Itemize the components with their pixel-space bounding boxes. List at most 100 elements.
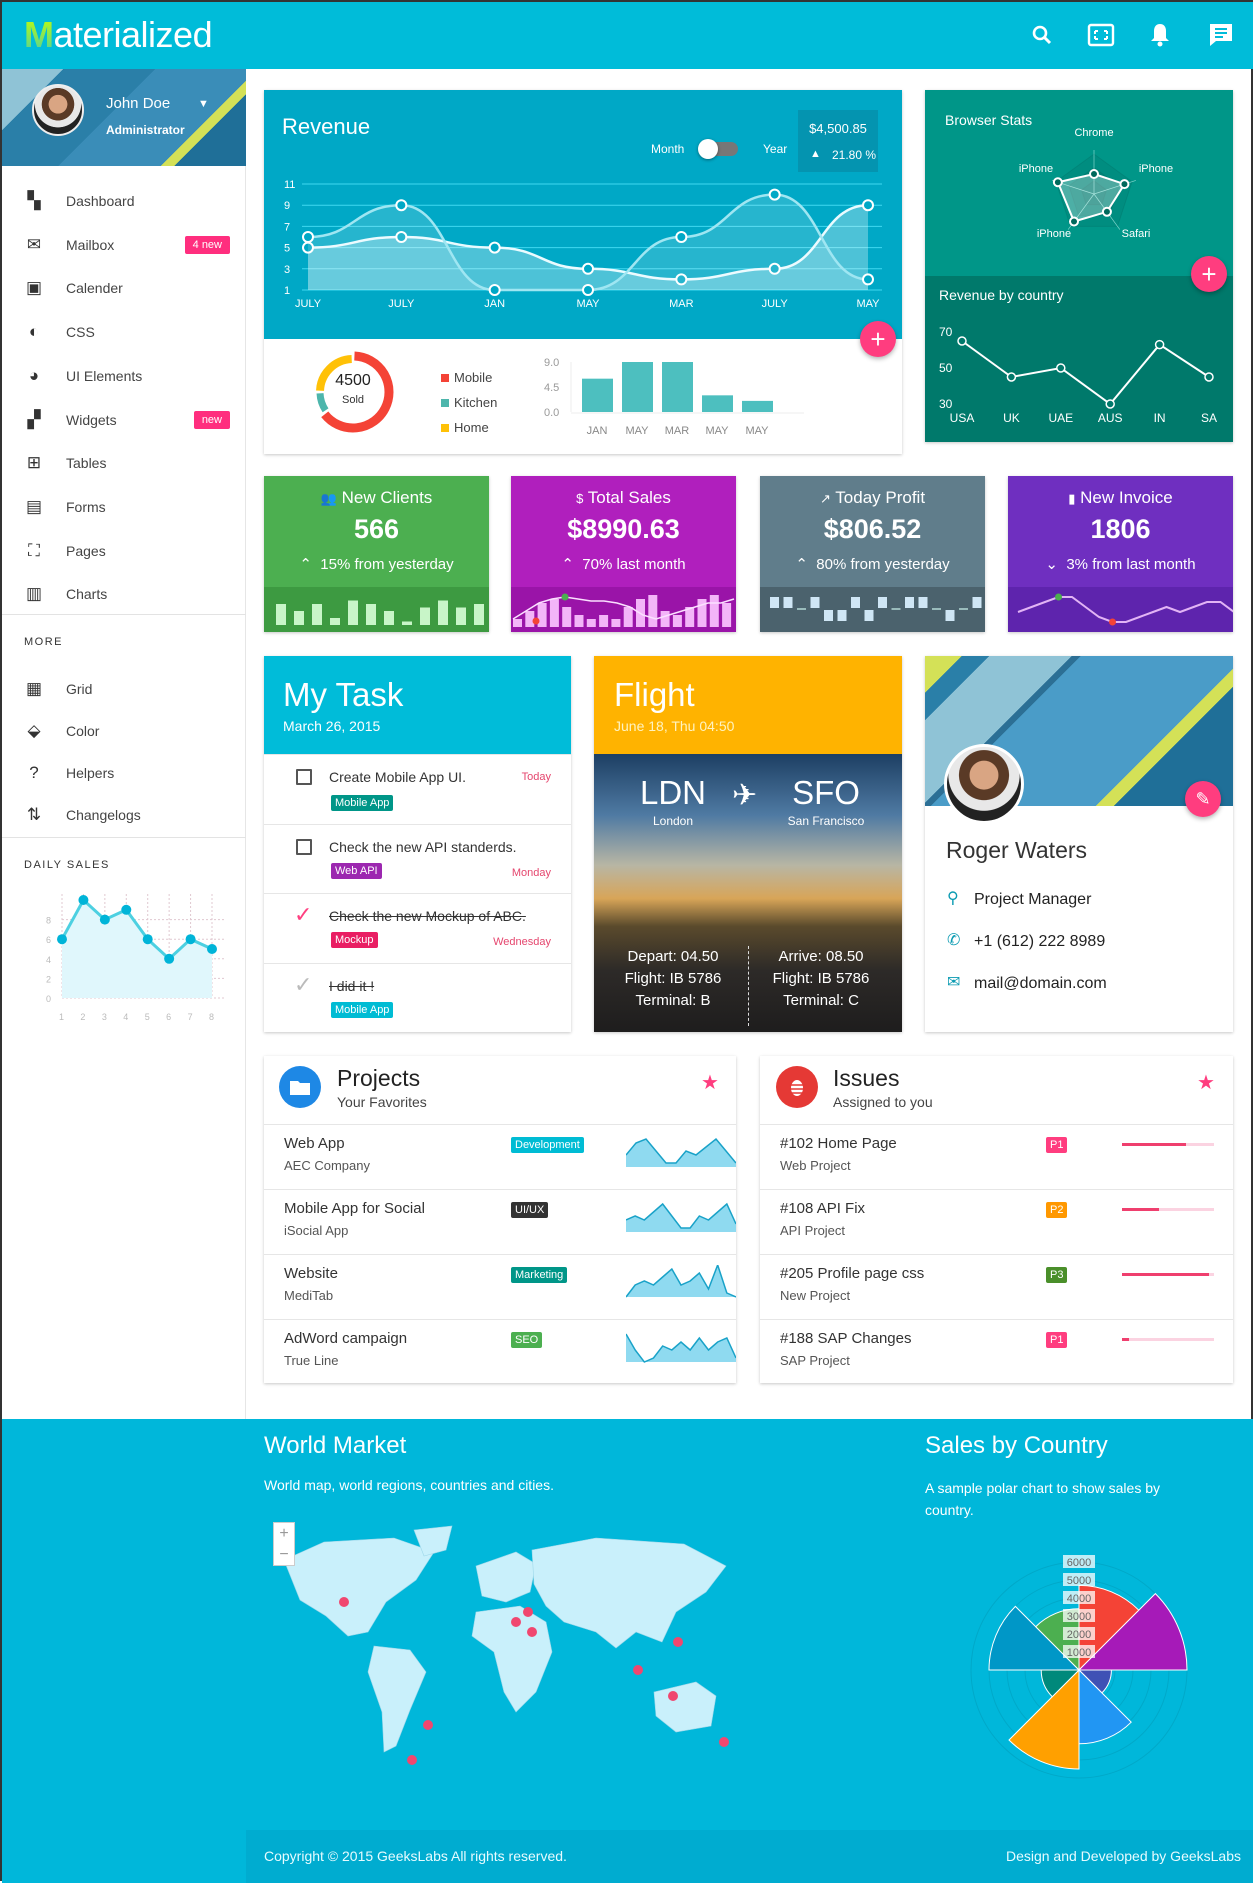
project-row[interactable]: Web App AEC Company Development: [264, 1124, 736, 1189]
chat-icon[interactable]: [1206, 20, 1236, 50]
stat-card-total-sales[interactable]: $ Total Sales $8990.63 ⌃ 70% last month: [511, 476, 736, 632]
data-point[interactable]: [1101, 206, 1112, 217]
project-row[interactable]: Mobile App for Social iSocial App UI/UX: [264, 1189, 736, 1254]
sidebar-item-dashboard[interactable]: ▚ Dashboard: [2, 181, 246, 221]
bar[interactable]: [582, 378, 613, 412]
world-map[interactable]: [264, 1520, 736, 1770]
map-region-australia[interactable]: [653, 1681, 717, 1733]
map-marker[interactable]: [673, 1637, 683, 1647]
sidebar-item-color[interactable]: ⬙ Color: [2, 711, 246, 751]
data-point[interactable]: [1204, 372, 1214, 382]
sidebar-item-changelogs[interactable]: ⇅ Changelogs: [2, 795, 246, 835]
map-marker[interactable]: [407, 1755, 417, 1765]
task-checkbox[interactable]: [296, 838, 312, 855]
user-avatar[interactable]: [32, 84, 84, 136]
task-item[interactable]: ✓ I did it ! Mobile App: [264, 962, 571, 1032]
map-region-north-america[interactable]: [283, 1537, 435, 1637]
sidebar-divider: [2, 837, 246, 838]
data-point[interactable]: [582, 284, 594, 296]
stat-card-new-clients[interactable]: 👥 New Clients 566 ⌃ 15% from yesterday: [264, 476, 489, 632]
checked-checkbox[interactable]: ✓: [294, 972, 312, 998]
toggle-knob[interactable]: [698, 139, 718, 159]
issue-row[interactable]: #108 API Fix API Project P2: [760, 1189, 1233, 1254]
task-item[interactable]: Check the new API standerds. Web API Mon…: [264, 823, 571, 893]
data-point[interactable]: [1069, 216, 1080, 227]
checked-checkbox[interactable]: ✓: [294, 902, 312, 928]
stat-card-today-profit[interactable]: ↗ Today Profit $806.52 ⌃ 80% from yester…: [760, 476, 985, 632]
data-point[interactable]: [862, 273, 874, 286]
stat-title-text: New Invoice: [1080, 488, 1173, 507]
data-point[interactable]: [862, 199, 874, 212]
revenue-add-button[interactable]: +: [860, 321, 896, 357]
sidebar-item-css[interactable]: ◐ CSS: [2, 312, 246, 352]
data-point[interactable]: [1052, 177, 1063, 188]
data-point[interactable]: [488, 241, 501, 254]
data-point[interactable]: [1105, 399, 1115, 409]
profile-avatar[interactable]: [944, 744, 1024, 824]
map-marker[interactable]: [523, 1607, 533, 1617]
data-point[interactable]: [675, 231, 688, 243]
month-year-toggle[interactable]: [698, 139, 738, 159]
sidebar-item-charts[interactable]: ▥ Charts: [2, 574, 246, 614]
map-marker[interactable]: [719, 1737, 729, 1747]
data-point[interactable]: [1119, 179, 1130, 190]
map-zoom-in-button[interactable]: +: [274, 1523, 294, 1544]
project-row[interactable]: AdWord campaign True Line SEO: [264, 1319, 736, 1383]
search-icon[interactable]: [1027, 20, 1057, 50]
sidebar-item-pages[interactable]: ⛶ Pages: [2, 531, 246, 571]
logo[interactable]: Materialized: [24, 14, 213, 56]
favorite-star-icon[interactable]: ★: [701, 1070, 719, 1095]
bar[interactable]: [622, 362, 653, 412]
sidebar-item-tables[interactable]: ⊞ Tables: [2, 443, 246, 483]
map-marker[interactable]: [423, 1720, 433, 1730]
bar[interactable]: [702, 395, 733, 412]
sidebar-item-helpers[interactable]: ? Helpers: [2, 753, 246, 793]
data-point[interactable]: [302, 231, 314, 243]
data-point[interactable]: [1089, 169, 1099, 179]
sidebar-item-widgets[interactable]: ▞ Widgets new: [2, 400, 246, 440]
map-zoom-out-button[interactable]: −: [274, 1544, 294, 1565]
map-marker[interactable]: [668, 1691, 678, 1701]
user-name[interactable]: John Doe: [106, 95, 170, 112]
data-point[interactable]: [768, 188, 781, 201]
sidebar-item-mailbox[interactable]: ✉ Mailbox 4 new: [2, 225, 246, 265]
data-point[interactable]: [582, 262, 594, 275]
map-marker[interactable]: [633, 1665, 643, 1675]
data-point[interactable]: [1006, 372, 1017, 382]
task-checkbox[interactable]: [296, 769, 312, 785]
map-marker[interactable]: [511, 1617, 521, 1627]
sidebar-item-forms[interactable]: ▤ Forms: [2, 487, 246, 527]
map-region-europe[interactable]: [475, 1551, 537, 1603]
bell-icon[interactable]: [1145, 20, 1175, 50]
profile-phone[interactable]: +1 (612) 222 8989: [974, 933, 1105, 951]
user-menu-caret-icon[interactable]: ▼: [198, 98, 209, 110]
map-region-south-america[interactable]: [367, 1645, 427, 1753]
bar[interactable]: [742, 400, 773, 412]
data-point[interactable]: [1154, 339, 1165, 350]
task-item[interactable]: Create Mobile App UI. Mobile App Today: [264, 754, 571, 823]
project-row[interactable]: Website MediTab Marketing: [264, 1254, 736, 1319]
browser-add-button[interactable]: +: [1191, 256, 1227, 292]
donut-label: Sold: [341, 394, 365, 406]
stat-card-new-invoice[interactable]: ▮ New Invoice 1806 ⌄ 3% from last month: [1008, 476, 1233, 632]
issue-row[interactable]: #205 Profile page css New Project P3: [760, 1254, 1233, 1319]
sidebar-item-grid[interactable]: ▦ Grid: [2, 669, 246, 709]
issue-row[interactable]: #188 SAP Changes SAP Project P1: [760, 1319, 1233, 1383]
bar[interactable]: [662, 362, 693, 412]
data-point[interactable]: [1056, 363, 1066, 373]
sidebar-item-ui-elements[interactable]: ◕ UI Elements: [2, 356, 246, 396]
stat-change: ⌃ 80% from yesterday: [760, 555, 985, 573]
data-point[interactable]: [957, 336, 967, 346]
map-marker[interactable]: [527, 1627, 537, 1637]
data-point[interactable]: [395, 199, 408, 212]
map-region-asia[interactable]: [531, 1537, 727, 1649]
sidebar-item-calender[interactable]: ▣ Calender: [2, 268, 246, 308]
map-marker[interactable]: [339, 1597, 349, 1607]
task-item[interactable]: ✓ Check the new Mockup of ABC. Mockup We…: [264, 893, 571, 962]
data-point[interactable]: [488, 284, 501, 296]
edit-profile-button[interactable]: ✎: [1185, 781, 1221, 817]
favorite-star-icon[interactable]: ★: [1197, 1070, 1215, 1095]
fullscreen-icon[interactable]: [1086, 20, 1116, 50]
profile-email[interactable]: mail@domain.com: [974, 975, 1107, 993]
issue-row[interactable]: #102 Home Page Web Project P1: [760, 1124, 1233, 1189]
